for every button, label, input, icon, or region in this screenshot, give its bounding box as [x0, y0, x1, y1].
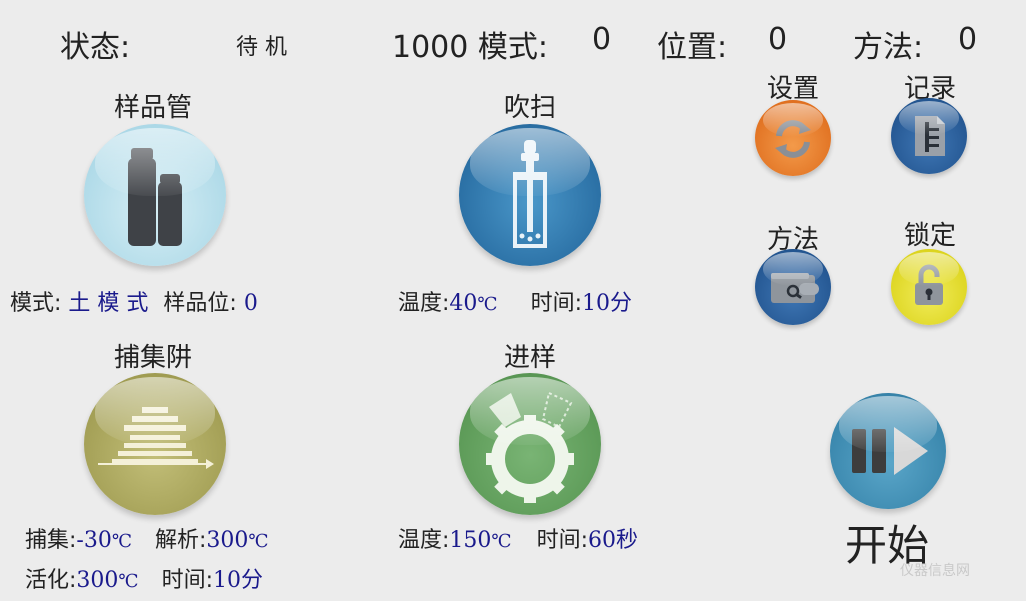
trap-time-label: 时间: — [161, 568, 213, 593]
purge-info-row: 温度:40℃ 时间:10分 — [398, 285, 632, 317]
sample-mode-value: 土 模 式 — [68, 291, 149, 316]
position-label: 位置: — [657, 30, 728, 65]
trap-activate-unit: ℃ — [118, 571, 139, 592]
sample-mode-row: 模式: 土 模 式 样品位: 0 — [10, 285, 258, 317]
trap-time-value: 10 — [212, 568, 241, 593]
trap-desorb-unit: ℃ — [248, 531, 269, 552]
purge-time-unit: 分 — [609, 291, 632, 316]
injection-title: 进样 — [503, 343, 556, 373]
settings-button[interactable] — [755, 100, 831, 176]
injection-time-unit: 秒 — [615, 528, 638, 553]
sample-bottles-icon — [128, 148, 182, 246]
method-label: 方法: — [853, 30, 924, 65]
trap-activate-value: 300 — [76, 568, 119, 593]
sample-mode-label: 模式: — [10, 291, 62, 316]
trap-time-unit: 分 — [240, 568, 263, 593]
trap-activate-label: 活化: — [25, 568, 77, 593]
sample-pos-value: 0 — [243, 291, 258, 316]
purge-title: 吹扫 — [503, 93, 556, 123]
injection-button[interactable] — [459, 373, 601, 515]
injection-time-label: 时间: — [536, 528, 588, 553]
sample-tube-title: 样品管 — [113, 93, 192, 123]
trap-stack-icon — [98, 407, 214, 469]
lock-button[interactable] — [891, 249, 967, 325]
start-button[interactable] — [830, 393, 946, 509]
trap-desorb-value: 300 — [206, 528, 249, 553]
injection-temp-label: 温度: — [398, 528, 450, 553]
mode-label: 1000 模式: — [392, 30, 548, 65]
wallet-icon — [771, 273, 819, 303]
status-label: 状态: — [60, 30, 131, 65]
records-button[interactable] — [891, 98, 967, 174]
trap-trap-label: 捕集: — [25, 528, 77, 553]
refresh-icon — [775, 120, 811, 158]
trap-trap-value: -30 — [76, 528, 112, 553]
mode-value: 0 — [592, 22, 612, 57]
pause-play-icon — [852, 427, 928, 475]
method-button[interactable] — [755, 249, 831, 325]
trap-button[interactable] — [84, 373, 226, 515]
injection-temp-value: 150 — [449, 528, 492, 553]
purge-temp-unit: ℃ — [477, 294, 498, 315]
document-icon — [915, 116, 945, 156]
injection-info-row: 温度:150℃ 时间:60秒 — [398, 522, 638, 554]
watermark: 仪器信息网 — [900, 563, 970, 579]
trap-row-1: 捕集:-30℃ 解析:300℃ — [25, 522, 269, 554]
method-value: 0 — [958, 22, 978, 57]
purge-temp-label: 温度: — [398, 291, 450, 316]
purge-button[interactable] — [459, 124, 601, 266]
purge-time-value: 10 — [581, 291, 610, 316]
trap-row-2: 活化:300℃ 时间:10分 — [25, 562, 263, 594]
sample-pos-label: 样品位: — [163, 291, 237, 316]
purge-time-label: 时间: — [530, 291, 582, 316]
injection-time-value: 60 — [587, 528, 616, 553]
unlocked-padlock-icon — [915, 264, 943, 305]
purge-temp-value: 40 — [449, 291, 478, 316]
sample-tube-button[interactable] — [84, 124, 226, 266]
trap-title: 捕集阱 — [113, 343, 192, 373]
lock-title: 锁定 — [903, 221, 956, 251]
dropper-vial-icon — [513, 140, 547, 248]
injection-temp-unit: ℃ — [491, 531, 512, 552]
trap-trap-unit: ℃ — [111, 531, 132, 552]
trap-desorb-label: 解析: — [155, 528, 207, 553]
status-value: 待 机 — [236, 35, 287, 60]
position-value: 0 — [768, 22, 788, 57]
valve-gear-icon — [486, 391, 574, 503]
